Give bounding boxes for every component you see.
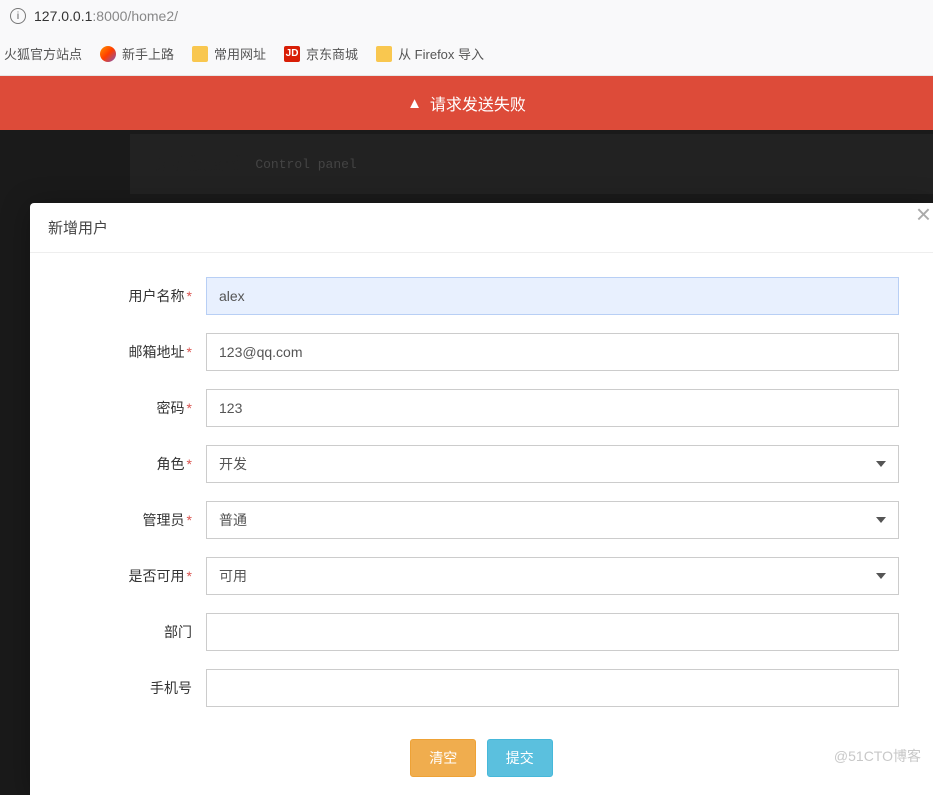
enabled-select[interactable]: 可用	[206, 557, 899, 595]
bookmarks-toolbar: 火狐官方站点 新手上路 常用网址 JD 京东商城 从 Firefox 导入	[0, 32, 933, 76]
modal-body: 用户名称* 邮箱地址* 密码* 角色* 开发 管理员*	[30, 253, 933, 707]
username-input[interactable]	[206, 277, 899, 315]
url-path: :8000/home2/	[92, 8, 178, 24]
watermark: @51CTO博客	[834, 746, 921, 766]
bookmark-getting-started[interactable]: 新手上路	[100, 44, 174, 63]
bookmark-label: 火狐官方站点	[4, 44, 82, 63]
row-role: 角色* 开发	[64, 445, 899, 483]
page-title: Dashboard	[146, 151, 241, 177]
row-admin: 管理员* 普通	[64, 501, 899, 539]
email-input[interactable]	[206, 333, 899, 371]
control-password	[206, 389, 899, 427]
admin-select[interactable]: 普通	[206, 501, 899, 539]
control-phone	[206, 669, 899, 707]
bookmark-label: 京东商城	[306, 44, 358, 63]
control-email	[206, 333, 899, 371]
page-subtitle: Control panel	[255, 157, 356, 172]
modal-title: 新增用户	[30, 203, 933, 253]
row-password: 密码*	[64, 389, 899, 427]
clear-button[interactable]: 清空	[410, 739, 476, 777]
label-admin: 管理员*	[64, 510, 206, 530]
label-enabled: 是否可用*	[64, 566, 206, 586]
jd-icon: JD	[284, 46, 300, 62]
required-mark: *	[187, 288, 192, 304]
row-username: 用户名称*	[64, 277, 899, 315]
bookmark-label: 新手上路	[122, 44, 174, 63]
bookmark-firefox-official[interactable]: 火狐官方站点	[4, 44, 82, 63]
warning-icon: ▲	[407, 95, 422, 112]
add-user-modal: × 新增用户 用户名称* 邮箱地址* 密码* 角色* 开发	[30, 203, 933, 795]
bookmark-label: 常用网址	[214, 44, 266, 63]
dashboard-header: Dashboard Control panel	[130, 134, 933, 194]
control-role: 开发	[206, 445, 899, 483]
address-bar[interactable]: i 127.0.0.1:8000/home2/	[0, 0, 933, 32]
label-password: 密码*	[64, 398, 206, 418]
label-username: 用户名称*	[64, 286, 206, 306]
bookmark-jd[interactable]: JD 京东商城	[284, 44, 358, 63]
control-username	[206, 277, 899, 315]
bookmark-common-sites[interactable]: 常用网址	[192, 44, 266, 63]
control-admin: 普通	[206, 501, 899, 539]
label-dept: 部门	[64, 622, 206, 642]
row-dept: 部门	[64, 613, 899, 651]
password-input[interactable]	[206, 389, 899, 427]
phone-input[interactable]	[206, 669, 899, 707]
bookmark-firefox-import[interactable]: 从 Firefox 导入	[376, 44, 484, 63]
label-phone: 手机号	[64, 678, 206, 698]
row-email: 邮箱地址*	[64, 333, 899, 371]
row-phone: 手机号	[64, 669, 899, 707]
control-dept	[206, 613, 899, 651]
url-host: 127.0.0.1	[34, 8, 92, 24]
close-icon[interactable]: ×	[916, 201, 931, 227]
label-email: 邮箱地址*	[64, 342, 206, 362]
modal-footer: 清空 提交	[30, 725, 933, 795]
required-mark: *	[187, 400, 192, 416]
folder-icon	[192, 46, 208, 62]
required-mark: *	[187, 344, 192, 360]
folder-icon	[376, 46, 392, 62]
firefox-icon	[100, 46, 116, 62]
submit-button[interactable]: 提交	[487, 739, 553, 777]
dept-input[interactable]	[206, 613, 899, 651]
site-info-icon[interactable]: i	[10, 8, 26, 24]
row-enabled: 是否可用* 可用	[64, 557, 899, 595]
control-enabled: 可用	[206, 557, 899, 595]
role-select[interactable]: 开发	[206, 445, 899, 483]
alert-message: 请求发送失败	[430, 91, 526, 115]
bookmark-label: 从 Firefox 导入	[398, 44, 484, 63]
error-alert: ▲ 请求发送失败	[0, 76, 933, 130]
required-mark: *	[187, 568, 192, 584]
label-role: 角色*	[64, 454, 206, 474]
required-mark: *	[187, 456, 192, 472]
required-mark: *	[187, 512, 192, 528]
